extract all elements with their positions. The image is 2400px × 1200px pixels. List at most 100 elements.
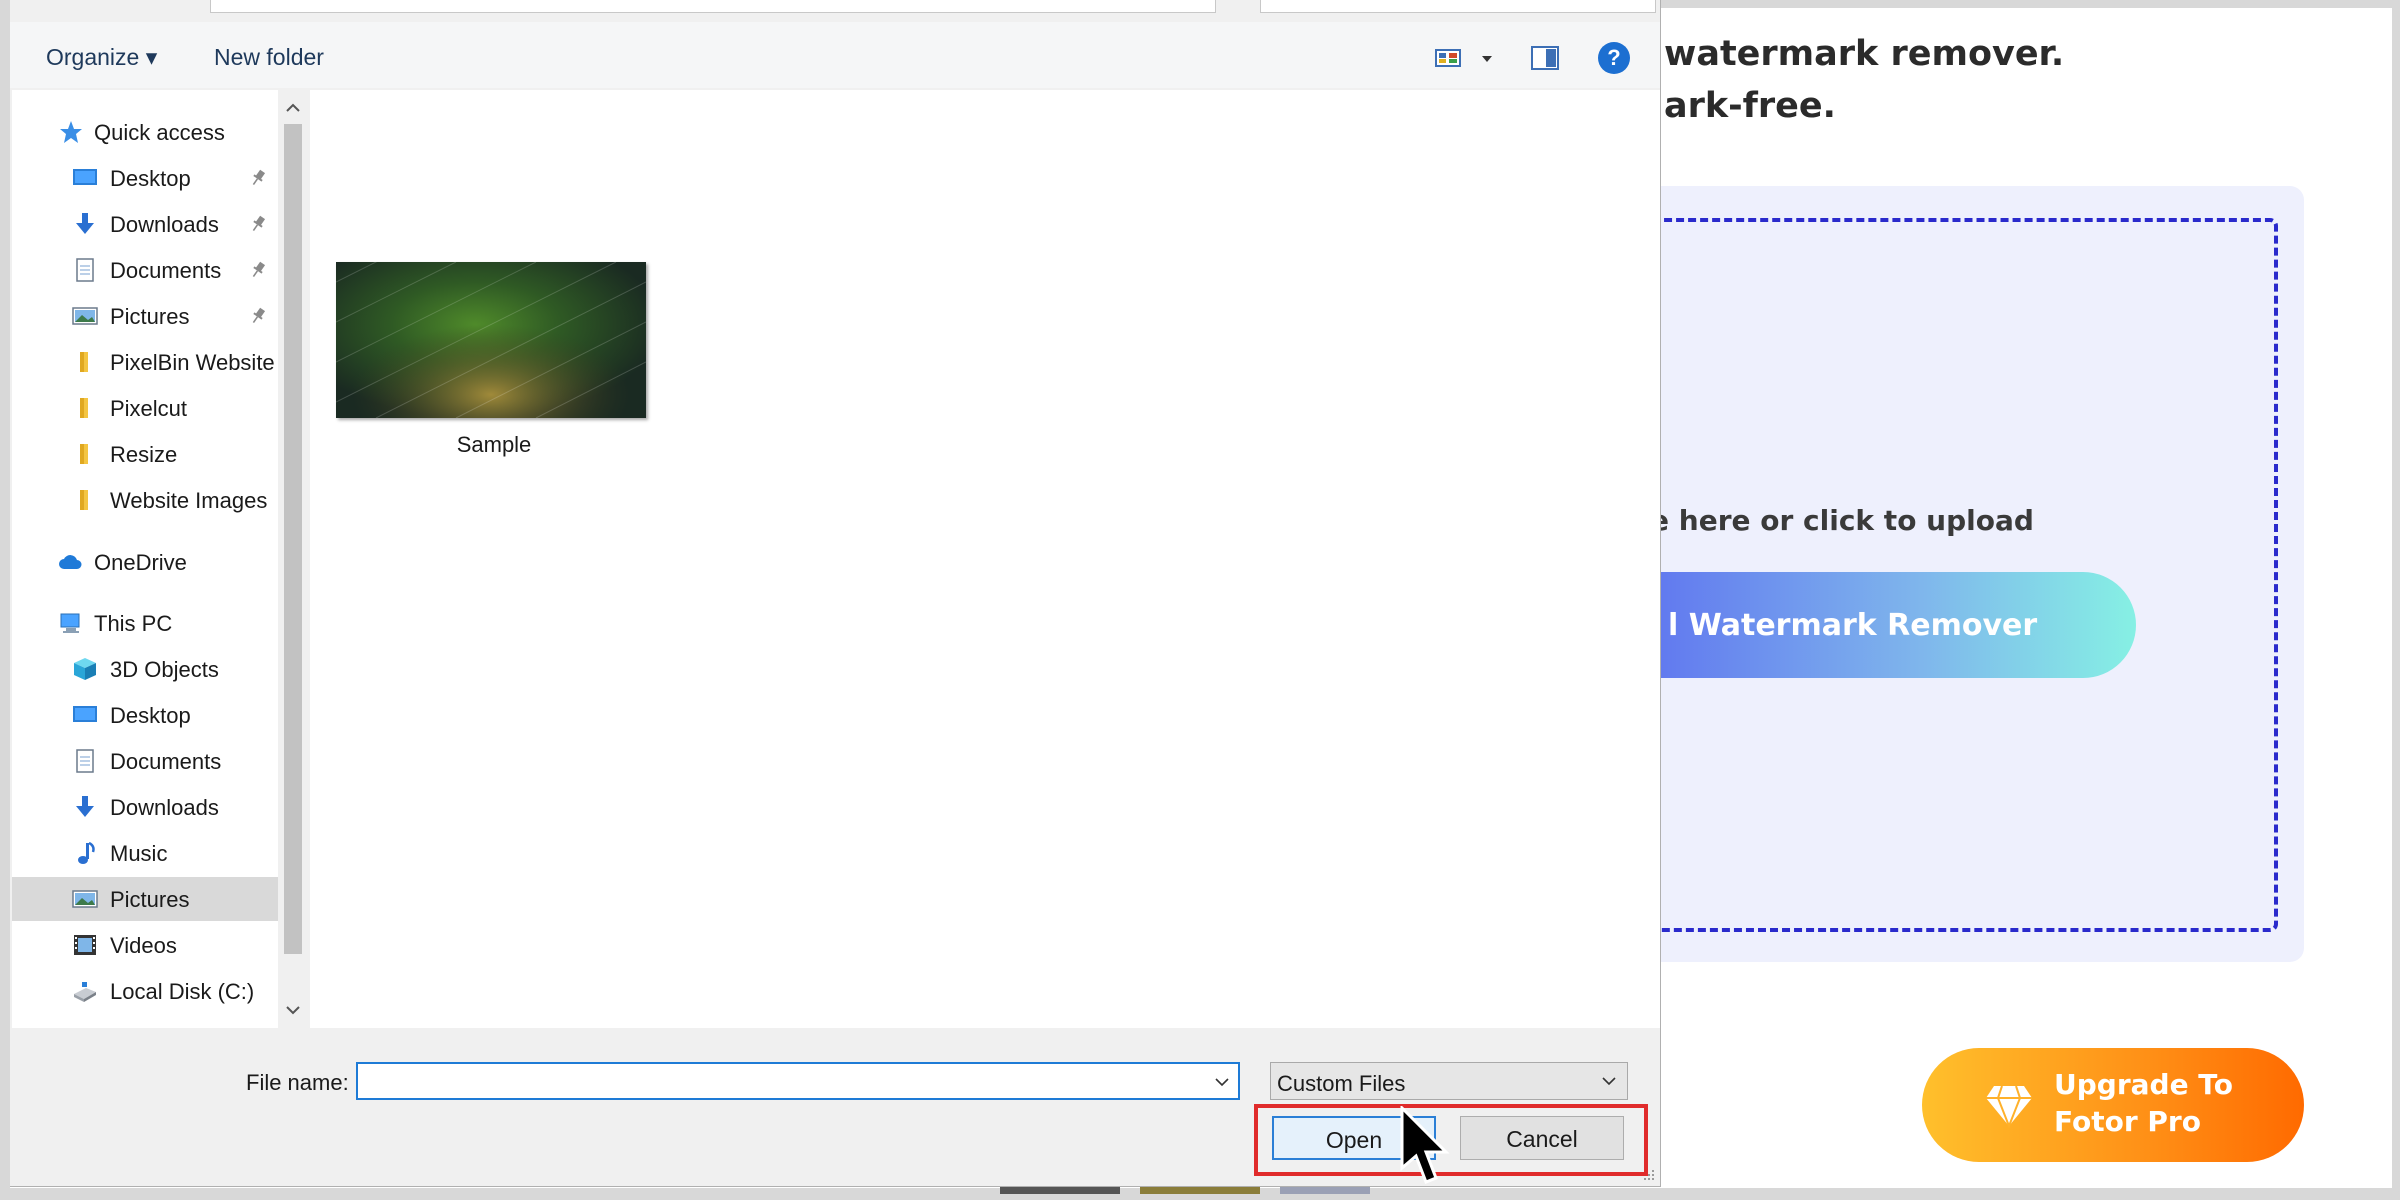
nav-item-resize[interactable]: Resize — [12, 432, 278, 476]
file-type-value: Custom Files — [1277, 1071, 1406, 1096]
desktop-icon — [72, 165, 98, 191]
nav-item-website-images[interactable]: Website Images — [12, 478, 278, 522]
star-icon — [58, 119, 84, 145]
download-icon — [72, 211, 98, 237]
nav-item-label: Quick access — [94, 120, 225, 145]
folder-icon — [72, 487, 98, 513]
folder-icon — [72, 395, 98, 421]
dialog-toolbar: Organize ▾ New folder ? — [10, 22, 1660, 88]
chevron-down-icon[interactable] — [1212, 1072, 1232, 1092]
cube-icon — [72, 656, 98, 682]
nav-item-quick-access[interactable]: Quick access — [12, 110, 278, 154]
scroll-down-icon[interactable] — [283, 1000, 303, 1020]
disk-icon — [72, 978, 98, 1004]
frame-border-left — [0, 0, 10, 1200]
resize-grip-icon[interactable] — [1640, 1166, 1656, 1182]
nav-item-desktop[interactable]: Desktop — [12, 156, 278, 200]
desktop-icon — [72, 702, 98, 728]
watermark-remover-button[interactable]: l Watermark Remover — [1600, 572, 2136, 678]
pictures-icon — [72, 886, 98, 912]
nav-item-3d-objects[interactable]: 3D Objects — [12, 647, 278, 691]
organize-button[interactable]: Organize ▾ — [46, 44, 157, 71]
page-heading-line2: ark-free. — [1664, 86, 1836, 126]
nav-item-pixelcut[interactable]: Pixelcut — [12, 386, 278, 430]
folder-icon — [72, 349, 98, 375]
document-icon — [72, 257, 98, 283]
nav-item-label: Pictures — [110, 304, 190, 329]
file-name-combobox[interactable] — [356, 1062, 1240, 1100]
file-item-sample[interactable]: Sample — [336, 262, 652, 458]
nav-item-downloads[interactable]: Downloads — [12, 202, 278, 246]
nav-item-local-disk-c[interactable]: Local Disk (C:) — [12, 969, 278, 1013]
download-icon — [72, 794, 98, 820]
nav-item-label: 3D Objects — [110, 657, 219, 682]
search-box[interactable] — [1260, 0, 1656, 13]
navigation-pane: Quick access Desktop Downloads Documents Pic… — [12, 90, 278, 1028]
new-folder-button[interactable]: New folder — [214, 44, 324, 71]
nav-item-label: Desktop — [110, 703, 191, 728]
upgrade-pro-button[interactable]: Upgrade To Fotor Pro — [1922, 1048, 2304, 1162]
page-heading-line1: watermark remover. — [1664, 34, 2065, 74]
folder-icon — [72, 441, 98, 467]
nav-item-label: Music — [110, 841, 168, 866]
file-type-filter[interactable]: Custom Files — [1270, 1062, 1628, 1100]
mouse-cursor-icon — [1400, 1106, 1450, 1184]
cancel-button[interactable]: Cancel — [1460, 1116, 1624, 1160]
nav-item-label: This PC — [94, 611, 173, 636]
nav-item-label: Downloads — [110, 212, 219, 237]
nav-item-music[interactable]: Music — [12, 831, 278, 875]
nav-item-documents[interactable]: Documents — [12, 739, 278, 783]
file-name-input[interactable] — [362, 1066, 1196, 1098]
pin-icon — [248, 214, 268, 234]
scroll-up-icon[interactable] — [283, 98, 303, 118]
music-icon — [72, 840, 98, 866]
video-icon — [72, 932, 98, 958]
document-icon — [72, 748, 98, 774]
nav-item-label: Resize — [110, 442, 178, 467]
change-view-button[interactable] — [1434, 44, 1494, 72]
nav-item-this-pc[interactable]: This PC — [12, 601, 278, 645]
pictures-icon — [72, 303, 98, 329]
nav-item-label: Documents — [110, 258, 222, 283]
nav-item-label: Local Disk (C:) — [110, 979, 255, 1004]
file-name-label: File name: — [246, 1070, 349, 1095]
navigation-scrollbar[interactable] — [278, 90, 308, 1028]
file-list-area[interactable]: Sample — [310, 90, 1660, 1028]
nav-item-desktop[interactable]: Desktop — [12, 693, 278, 737]
nav-item-label: Documents — [110, 749, 222, 774]
upgrade-line2: Fotor Pro — [2054, 1105, 2201, 1138]
nav-item-label: Pictures — [110, 887, 190, 912]
nav-item-label: Website Images — [110, 488, 268, 513]
nav-item-label: OneDrive — [94, 550, 187, 575]
address-bar-row — [210, 0, 1656, 18]
scrollbar-thumb[interactable] — [284, 124, 302, 954]
address-bar[interactable] — [210, 0, 1216, 13]
pin-icon — [248, 168, 268, 188]
upgrade-line1: Upgrade To — [2054, 1068, 2233, 1101]
nav-item-label: Desktop — [110, 166, 191, 191]
nav-item-documents[interactable]: Documents — [12, 248, 278, 292]
help-icon[interactable]: ? — [1598, 42, 1630, 74]
nav-item-videos[interactable]: Videos — [12, 923, 278, 967]
upload-hint-text: ge here or click to upload — [1630, 504, 2034, 537]
preview-pane-button[interactable] — [1530, 44, 1560, 72]
nav-item-label: Videos — [110, 933, 177, 958]
pin-icon — [248, 306, 268, 326]
computer-icon — [58, 610, 84, 636]
nav-item-pictures[interactable]: Pictures — [12, 294, 278, 338]
diamond-icon — [1986, 1085, 2032, 1129]
nav-item-onedrive[interactable]: OneDrive — [12, 540, 278, 584]
preview-pane-icon — [1531, 46, 1559, 70]
nav-item-label: PixelBin Website — [110, 350, 275, 375]
frame-border-right — [2392, 0, 2400, 1200]
nav-item-downloads[interactable]: Downloads — [12, 785, 278, 829]
nav-item-label: Pixelcut — [110, 396, 188, 421]
nav-item-pictures[interactable]: Pictures — [12, 877, 278, 921]
sample-thumbnail — [336, 262, 646, 418]
view-icon — [1435, 49, 1492, 67]
open-file-dialog: Organize ▾ New folder ? Quick access Desk… — [10, 0, 1661, 1187]
pin-icon — [248, 260, 268, 280]
cloud-icon — [58, 549, 84, 575]
file-name-label: Sample — [456, 432, 532, 457]
nav-item-pixelbin-website[interactable]: PixelBin Website — [12, 340, 278, 384]
